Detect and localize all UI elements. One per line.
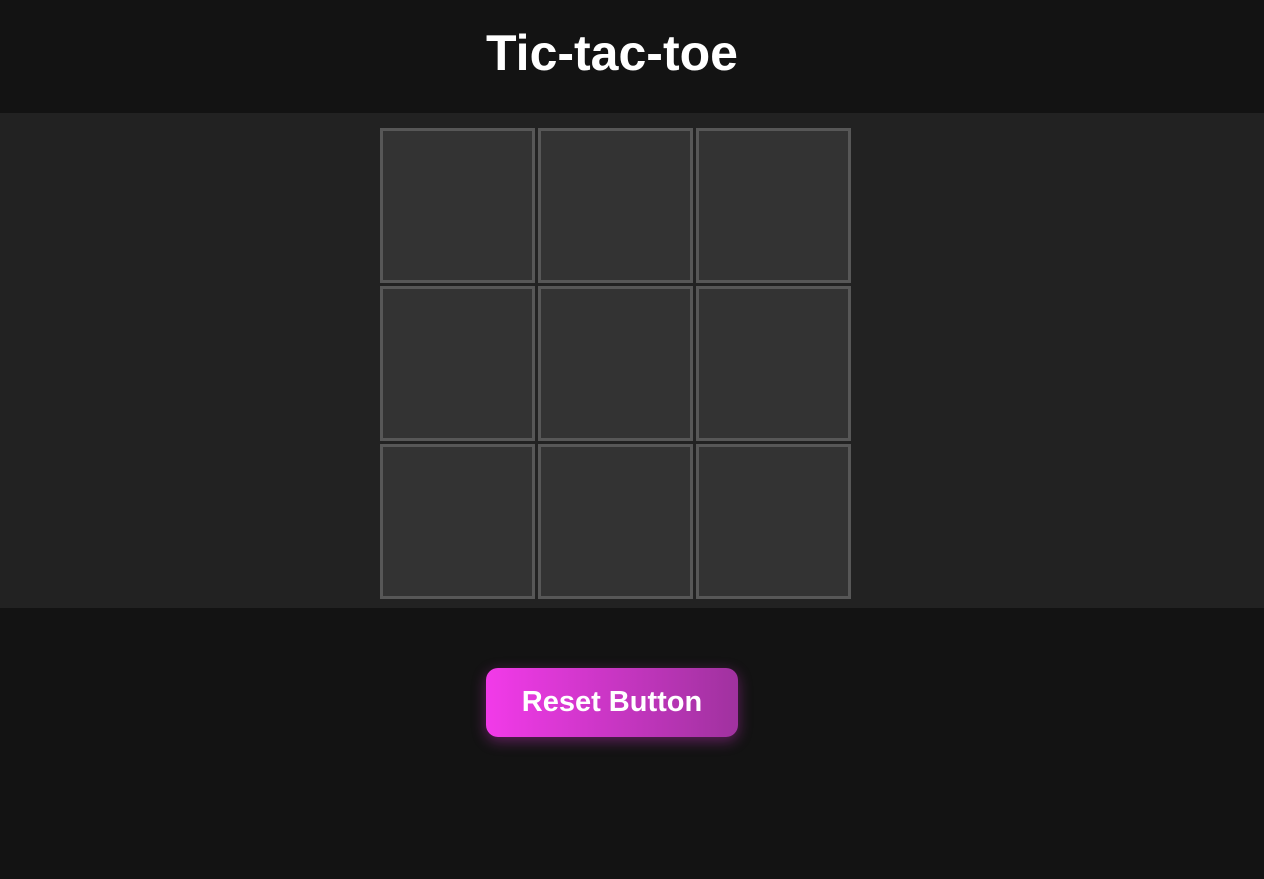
board-cell[interactable] <box>380 444 535 599</box>
board-area <box>0 113 1264 608</box>
board-cell[interactable] <box>696 128 851 283</box>
header: Tic-tac-toe <box>0 0 1264 113</box>
page-title: Tic-tac-toe <box>486 25 738 81</box>
board-cell[interactable] <box>696 444 851 599</box>
board-cell[interactable] <box>538 128 693 283</box>
board-cell[interactable] <box>380 286 535 441</box>
board-cell[interactable] <box>696 286 851 441</box>
board-cell[interactable] <box>538 444 693 599</box>
board-cell[interactable] <box>538 286 693 441</box>
game-board <box>380 128 851 599</box>
board-cell[interactable] <box>380 128 535 283</box>
reset-button[interactable]: Reset Button <box>486 668 738 737</box>
